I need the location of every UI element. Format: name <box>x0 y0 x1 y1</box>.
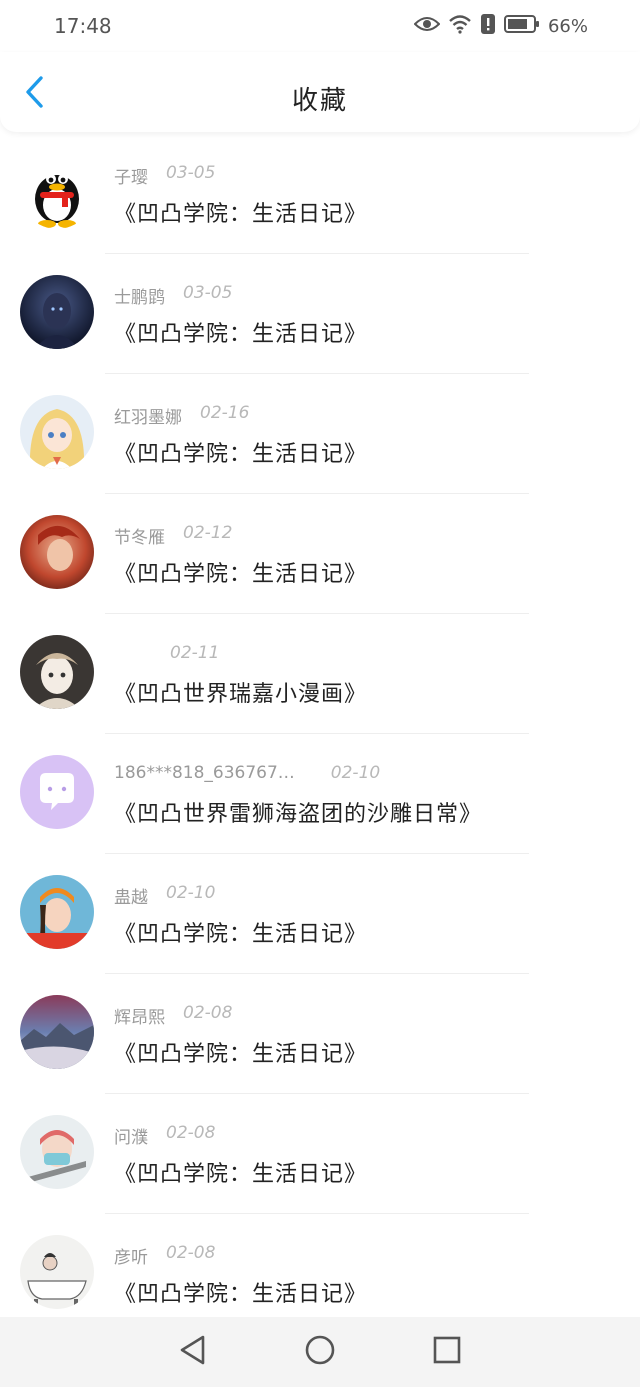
list-item[interactable]: 186***818_636767… 02-10 《凹凸世界雷狮海盗团的沙雕日常》 <box>0 734 640 854</box>
item-date: 02-08 <box>166 1243 216 1263</box>
battery-percentage: 66% <box>547 15 588 37</box>
square-recent-icon <box>432 1335 462 1369</box>
list-item[interactable]: 问濮 02-08 《凹凸学院：生活日记》 <box>0 1094 640 1214</box>
avatar <box>20 155 94 229</box>
author-name: 子璎 <box>114 168 148 188</box>
navigation-bar <box>0 1317 640 1387</box>
item-date: 02-10 <box>330 763 381 783</box>
list-item[interactable]: 蛊越 02-10 《凹凸学院：生活日记》 <box>0 854 640 974</box>
avatar <box>20 755 94 829</box>
item-meta: 问濮 02-08 <box>114 1123 215 1148</box>
list-item[interactable]: 士鹏鹍 03-05 《凹凸学院：生活日记》 <box>0 254 640 374</box>
avatar <box>20 995 94 1069</box>
item-date: 03-05 <box>166 163 216 183</box>
battery-icon <box>503 14 540 38</box>
item-date: 02-11 <box>170 643 220 663</box>
avatar <box>20 275 94 349</box>
item-meta: 节冬雁 02-12 <box>114 523 232 548</box>
nav-home-button[interactable] <box>298 1330 342 1374</box>
item-title: 《凹凸世界瑞嘉小漫画》 <box>114 682 368 707</box>
item-meta: 红羽墨娜 02-16 <box>114 403 249 428</box>
item-title: 《凹凸学院：生活日记》 <box>114 322 368 347</box>
item-title: 《凹凸学院：生活日记》 <box>114 562 368 587</box>
author-name: 186***818_636767… <box>114 763 295 783</box>
avatar <box>20 515 94 589</box>
item-title: 《凹凸学院：生活日记》 <box>114 1282 368 1307</box>
avatar <box>20 875 94 949</box>
wifi-icon <box>448 14 472 38</box>
item-title: 《凹凸学院：生活日记》 <box>114 202 368 227</box>
status-time: 17:48 <box>54 14 112 38</box>
list-item[interactable]: 02-11 《凹凸世界瑞嘉小漫画》 <box>0 614 640 734</box>
item-title: 《凹凸学院：生活日记》 <box>114 1042 368 1067</box>
alert-icon <box>480 13 496 39</box>
item-title: 《凹凸世界雷狮海盗团的沙雕日常》 <box>114 802 483 827</box>
item-date: 02-08 <box>183 1003 233 1023</box>
author-name: 彦听 <box>114 1248 148 1268</box>
status-icons: 66% <box>413 12 588 40</box>
author-name: 蛊越 <box>114 888 148 908</box>
item-meta: 蛊越 02-10 <box>114 883 215 908</box>
triangle-back-icon <box>178 1334 208 1370</box>
header: 收藏 <box>0 52 640 132</box>
author-name: 士鹏鹍 <box>114 288 165 308</box>
page-title: 收藏 <box>291 86 348 116</box>
item-title: 《凹凸学院：生活日记》 <box>114 1162 368 1187</box>
list-item[interactable]: 辉昂熙 02-08 《凹凸学院：生活日记》 <box>0 974 640 1094</box>
author-name <box>114 643 152 663</box>
item-date: 02-12 <box>183 523 233 543</box>
circle-home-icon <box>304 1334 336 1370</box>
item-date: 02-08 <box>166 1123 216 1143</box>
author-name: 问濮 <box>114 1128 148 1148</box>
avatar <box>20 1235 94 1309</box>
list-item[interactable]: 彦听 02-08 《凹凸学院：生活日记》 <box>0 1214 640 1317</box>
item-meta: 辉昂熙 02-08 <box>114 1003 232 1028</box>
avatar <box>20 1115 94 1189</box>
status-bar: 17:48 66% <box>0 0 640 52</box>
item-title: 《凹凸学院：生活日记》 <box>114 922 368 947</box>
item-meta: 02-11 <box>114 643 219 663</box>
author-name: 节冬雁 <box>114 528 165 548</box>
item-title: 《凹凸学院：生活日记》 <box>114 442 368 467</box>
nav-recent-button[interactable] <box>425 1330 469 1374</box>
list-item[interactable]: 红羽墨娜 02-16 《凹凸学院：生活日记》 <box>0 374 640 494</box>
item-meta: 186***818_636767… 02-10 <box>114 763 380 783</box>
list-item[interactable]: 子璎 03-05 《凹凸学院：生活日记》 <box>0 134 640 254</box>
author-name: 辉昂熙 <box>114 1008 165 1028</box>
nav-back-button[interactable] <box>171 1330 215 1374</box>
item-meta: 士鹏鹍 03-05 <box>114 283 232 308</box>
item-meta: 子璎 03-05 <box>114 163 215 188</box>
list-item[interactable]: 节冬雁 02-12 《凹凸学院：生活日记》 <box>0 494 640 614</box>
item-date: 02-16 <box>200 403 250 423</box>
item-date: 03-05 <box>183 283 233 303</box>
avatar <box>20 635 94 709</box>
item-meta: 彦听 02-08 <box>114 1243 215 1268</box>
author-name: 红羽墨娜 <box>114 408 182 428</box>
avatar <box>20 395 94 469</box>
favorites-list: 子璎 03-05 《凹凸学院：生活日记》 士鹏鹍 03-05 《凹凸学院：生活日… <box>0 134 640 1317</box>
item-date: 02-10 <box>166 883 216 903</box>
eye-icon <box>413 15 441 37</box>
